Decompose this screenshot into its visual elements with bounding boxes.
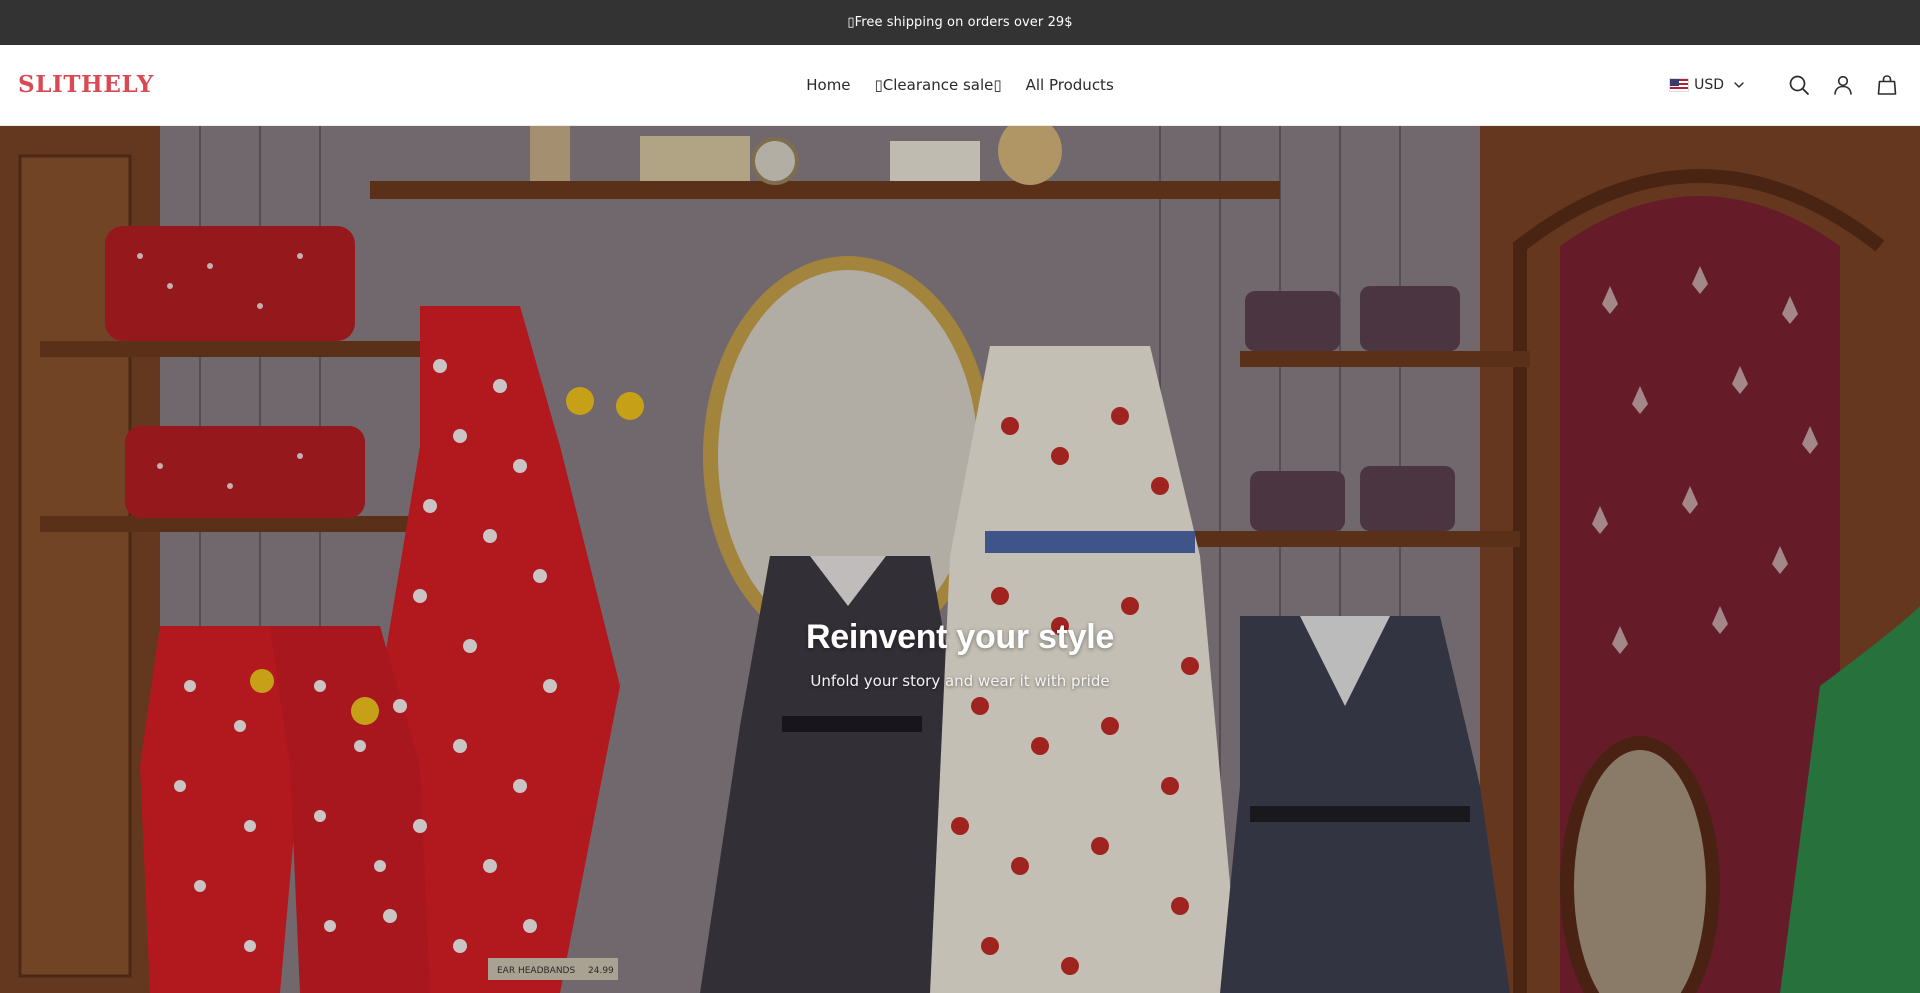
header-actions: USD bbox=[1669, 45, 1900, 125]
us-flag-icon bbox=[1669, 78, 1690, 92]
hero-banner: EAR HEADBANDS 24.99 Reinvent your style U… bbox=[0, 126, 1920, 993]
chevron-down-icon bbox=[1734, 82, 1744, 88]
hero-overlay bbox=[0, 126, 1920, 993]
account-icon bbox=[1834, 75, 1852, 95]
site-header: SLITHELY Home ▯Clearance sale▯ All Produ… bbox=[0, 45, 1920, 126]
currency-selector[interactable]: USD bbox=[1669, 77, 1746, 93]
cart-icon bbox=[1877, 75, 1897, 95]
nav-home[interactable]: Home bbox=[794, 70, 862, 100]
hero-title: Reinvent your style bbox=[806, 618, 1114, 656]
account-button[interactable] bbox=[1830, 72, 1856, 98]
announcement-text: ▯Free shipping on orders over 29$ bbox=[847, 15, 1073, 30]
search-icon bbox=[1789, 75, 1809, 95]
announcement-bar: ▯Free shipping on orders over 29$ bbox=[0, 0, 1920, 45]
currency-code: USD bbox=[1694, 77, 1724, 93]
search-button[interactable] bbox=[1786, 72, 1812, 98]
nav-clearance-sale[interactable]: ▯Clearance sale▯ bbox=[863, 70, 1014, 100]
hero-subtitle: Unfold your story and wear it with pride bbox=[810, 672, 1110, 690]
main-nav: Home ▯Clearance sale▯ All Products bbox=[0, 45, 1920, 125]
nav-all-products[interactable]: All Products bbox=[1014, 70, 1126, 100]
cart-button[interactable] bbox=[1874, 72, 1900, 98]
store-logo[interactable]: SLITHELY bbox=[18, 71, 154, 98]
